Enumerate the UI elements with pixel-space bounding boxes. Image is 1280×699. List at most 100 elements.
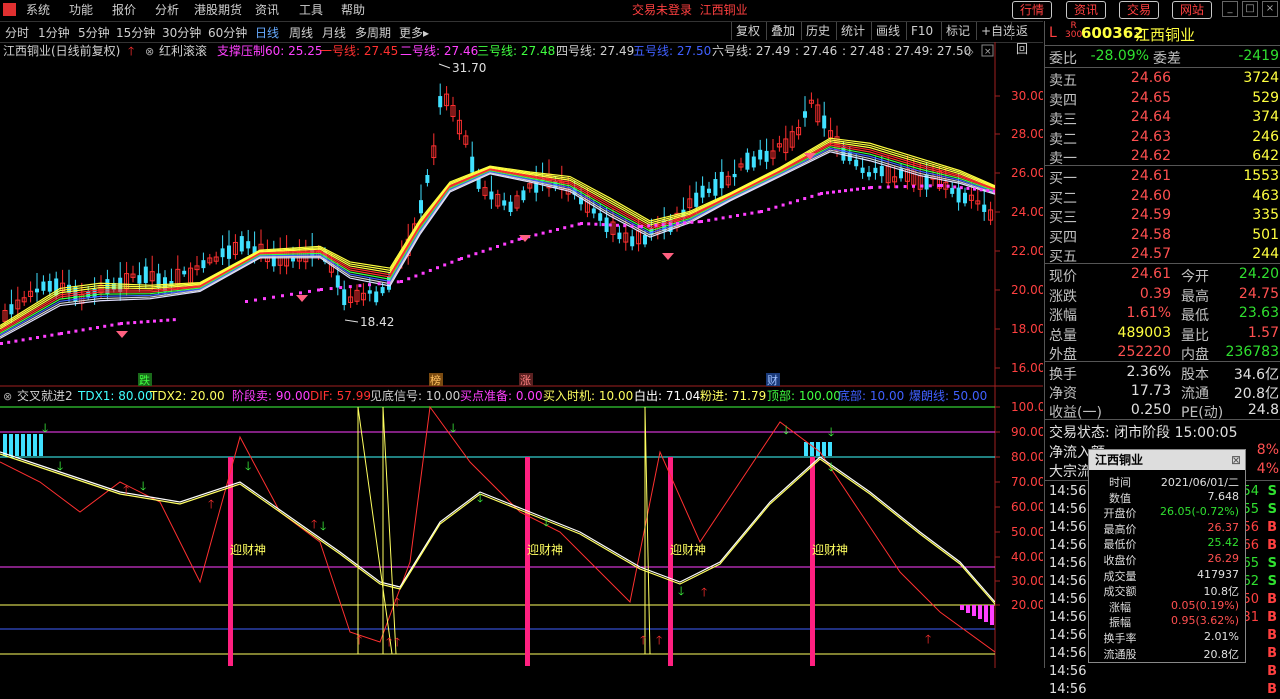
quote-button[interactable]: 行情 xyxy=(1012,1,1053,19)
maximize-icon[interactable]: □ xyxy=(1242,1,1258,17)
support-dot xyxy=(299,291,302,295)
cyan-bar xyxy=(810,442,814,456)
bar-info-popup[interactable]: 江西铜业 ⊠ 时间 2021/06/01/二 数值 7.648 开盘价 26.05(-0.… xyxy=(1088,449,1246,663)
popup-header[interactable]: 江西铜业 ⊠ xyxy=(1089,450,1245,470)
sub-legend-item: DIF: 57.99 xyxy=(310,389,371,403)
menu-hk-futures[interactable]: 港股期货 xyxy=(194,1,242,18)
tick-side: S xyxy=(1267,502,1277,517)
menu-function[interactable]: 功能 xyxy=(69,1,93,18)
period-weekly[interactable]: 周线 xyxy=(289,24,313,41)
tick-side: S xyxy=(1267,484,1277,499)
tool-mark[interactable]: 标记 xyxy=(941,22,974,40)
support-dot xyxy=(953,185,957,189)
candle-body xyxy=(9,304,14,315)
candle-body xyxy=(751,156,756,168)
order-label: 买一 xyxy=(1049,171,1077,187)
period-more[interactable]: 更多▸ xyxy=(399,24,429,41)
support-dot xyxy=(467,254,471,258)
menu-tools[interactable]: 工具 xyxy=(299,1,323,18)
popup-close-icon[interactable]: ⊠ xyxy=(1231,450,1241,470)
sub-indicator-toggle-icon[interactable]: ⊗ xyxy=(3,390,12,403)
period-monthly[interactable]: 月线 xyxy=(322,24,346,41)
tick-time: 14:56 xyxy=(1049,502,1087,517)
close-icon[interactable]: × xyxy=(1262,1,1278,17)
stat-row: 涨跌 0.39 最高 24.75 xyxy=(1045,285,1280,305)
tool-f10[interactable]: F10 xyxy=(906,22,937,40)
stat-value: 24.75 xyxy=(1238,285,1279,302)
news-button[interactable]: 资讯 xyxy=(1066,1,1107,19)
popup-row: 最低价 25.42 xyxy=(1089,536,1245,551)
period-multi[interactable]: 多周期 xyxy=(355,24,391,41)
tool-stats[interactable]: 统计 xyxy=(836,22,869,40)
divider xyxy=(1045,419,1280,420)
order-price: 24.63 xyxy=(1130,128,1171,145)
trade-button[interactable]: 交易 xyxy=(1119,1,1160,19)
tag-finance[interactable]: 财 xyxy=(767,373,778,387)
main-legend-item: 二号线: 27.46 xyxy=(400,44,478,58)
buy-row: 买二 24.60 463 xyxy=(1045,187,1280,207)
candle-body xyxy=(854,159,859,167)
support-dot xyxy=(959,186,963,190)
period-15min[interactable]: 15分钟 xyxy=(116,24,155,41)
popup-value: 7.648 xyxy=(1207,489,1240,503)
popup-value: 26.05(-0.72%) xyxy=(1160,505,1239,519)
support-dot xyxy=(474,252,478,256)
candle-body xyxy=(956,187,961,203)
support-dot xyxy=(88,327,92,331)
login-notice[interactable]: 交易未登录 江西铜业 xyxy=(632,1,748,18)
menu-analysis[interactable]: 分析 xyxy=(155,1,179,18)
kline-chart[interactable]: 江西铜业(日线前复权) 🡑 ⊗ 红利滚滚 支撑压制60: 25.25一号线: 2… xyxy=(0,42,1043,668)
tag-list[interactable]: 榜 xyxy=(430,373,441,387)
popup-row: 振幅 0.95(3.62%) xyxy=(1089,614,1245,629)
period-1min[interactable]: 1分钟 xyxy=(38,24,70,41)
period-30min[interactable]: 30分钟 xyxy=(162,24,201,41)
tool-draw[interactable]: 画线 xyxy=(871,22,904,40)
stat-label: 股本 xyxy=(1181,367,1209,383)
sub-tick-label: 90.00 xyxy=(1011,425,1043,439)
support-dot xyxy=(443,263,447,267)
support-dot xyxy=(774,205,778,209)
support-dot xyxy=(973,187,976,191)
order-price: 24.61 xyxy=(1130,168,1171,184)
period-5min[interactable]: 5分钟 xyxy=(78,24,110,41)
period-timeshare[interactable]: 分时 xyxy=(5,24,29,41)
support-dot xyxy=(329,287,333,291)
website-button[interactable]: 网站 xyxy=(1172,1,1213,19)
tick-side: B xyxy=(1267,646,1277,661)
tool-adjust[interactable]: 复权 xyxy=(731,22,764,40)
tick-side: B xyxy=(1267,538,1277,553)
menu-system[interactable]: 系统 xyxy=(26,1,50,18)
buy-row: 买四 24.58 501 xyxy=(1045,226,1280,246)
support-dot xyxy=(661,223,665,227)
tool-overlay[interactable]: 叠加 xyxy=(766,22,799,40)
candle-body xyxy=(860,167,865,173)
support-dot xyxy=(700,220,703,223)
tick-side: B xyxy=(1267,628,1277,643)
candle-body xyxy=(630,236,635,247)
stat-label: 最高 xyxy=(1181,288,1209,305)
tag-fall[interactable]: 跌 xyxy=(139,373,150,387)
support-dot xyxy=(878,185,882,189)
support-dot xyxy=(67,330,71,334)
popup-value: 26.29 xyxy=(1207,552,1240,565)
tag-rise[interactable]: 涨 xyxy=(520,374,531,387)
down-arrow-icon: 🡓 xyxy=(828,425,834,439)
support-dot xyxy=(428,268,432,272)
candle-body xyxy=(374,291,379,303)
sub-tick-label: 80.00 xyxy=(1011,450,1043,464)
tool-history[interactable]: 历史 xyxy=(801,22,834,40)
login-stock-name: 江西铜业 xyxy=(699,3,748,17)
price-tick-label: 26.00 xyxy=(1011,166,1043,180)
support-dot xyxy=(616,223,619,227)
support-dot xyxy=(820,192,823,195)
period-daily[interactable]: 日线 xyxy=(255,24,279,41)
menu-news[interactable]: 资讯 xyxy=(255,1,279,18)
period-60min[interactable]: 60分钟 xyxy=(208,24,247,41)
menu-help[interactable]: 帮助 xyxy=(341,1,365,18)
candle-body xyxy=(982,204,987,212)
popup-row: 最高价 26.37 xyxy=(1089,521,1245,536)
menu-quote[interactable]: 报价 xyxy=(112,1,136,18)
tool-back[interactable]: 返回 xyxy=(1011,22,1043,56)
minimize-icon[interactable]: _ xyxy=(1222,1,1238,17)
indicator-toggle-icon[interactable]: ⊗ xyxy=(145,45,154,58)
